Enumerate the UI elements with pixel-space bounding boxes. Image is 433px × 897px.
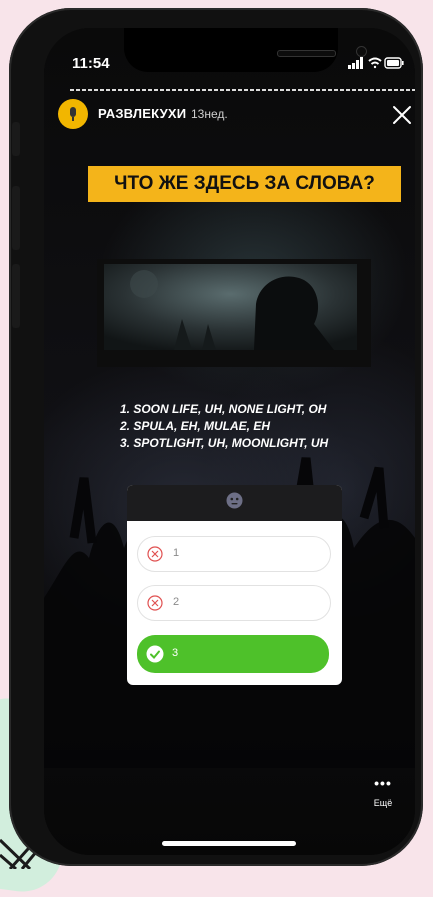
battery-icon	[384, 57, 404, 69]
quiz-option-label: 2	[173, 596, 180, 608]
notch	[124, 28, 367, 72]
quiz-option-2[interactable]: 2	[137, 585, 331, 621]
wifi-icon	[368, 57, 382, 69]
quiz-option-label: 1	[173, 547, 180, 559]
lyrics-line-2: 2. SPULA, EH, MULAE, EH	[120, 419, 271, 433]
story-screen[interactable]: 11:54 РАЗВЛЕКУХИ 13нед. ЧТО ЖЕ ЗДЕСЬ ЗА …	[44, 28, 415, 855]
volume-up-button	[12, 186, 20, 250]
check-circle-icon	[146, 645, 164, 663]
x-circle-icon	[147, 546, 163, 562]
lyrics-line-3: 3. SPOTLIGHT, UH, MOONLIGHT, UH	[120, 436, 329, 450]
story-progress-bar	[70, 89, 415, 91]
account-avatar[interactable]	[58, 99, 88, 129]
close-icon[interactable]	[390, 103, 414, 127]
account-username[interactable]: РАЗВЛЕКУХИ	[98, 106, 186, 121]
mute-switch	[12, 122, 20, 156]
more-dots-icon: •••	[374, 775, 392, 791]
lyrics-list: 1. SOON LIFE, UH, NONE LIGHT, OH 2. SPUL…	[120, 401, 328, 452]
earpiece-speaker	[277, 50, 336, 57]
home-indicator[interactable]	[162, 841, 296, 846]
story-timestamp: 13нед.	[191, 107, 228, 121]
signal-icon	[348, 57, 363, 69]
phone-frame: 11:54 РАЗВЛЕКУХИ 13нед. ЧТО ЖЕ ЗДЕСЬ ЗА …	[9, 8, 423, 866]
volume-down-button	[12, 264, 20, 328]
quiz-option-3[interactable]: 3	[137, 635, 329, 673]
quiz-sticker: 1 2 3	[127, 485, 342, 685]
more-label: Ещё	[373, 798, 393, 808]
quiz-header	[127, 485, 342, 521]
story-title: ЧТО ЖЕ ЗДЕСЬ ЗА СЛОВА?	[88, 166, 401, 202]
status-time: 11:54	[72, 55, 110, 72]
video-still	[104, 264, 357, 350]
microphone-icon	[70, 107, 76, 121]
x-circle-icon	[147, 595, 163, 611]
emoji-icon	[226, 492, 243, 509]
lyrics-line-1: 1. SOON LIFE, UH, NONE LIGHT, OH	[120, 402, 327, 416]
more-button[interactable]: ••• Ещё	[370, 775, 396, 808]
quiz-option-1[interactable]: 1	[137, 536, 331, 572]
status-icons	[348, 57, 404, 69]
quiz-option-label: 3	[172, 647, 179, 659]
